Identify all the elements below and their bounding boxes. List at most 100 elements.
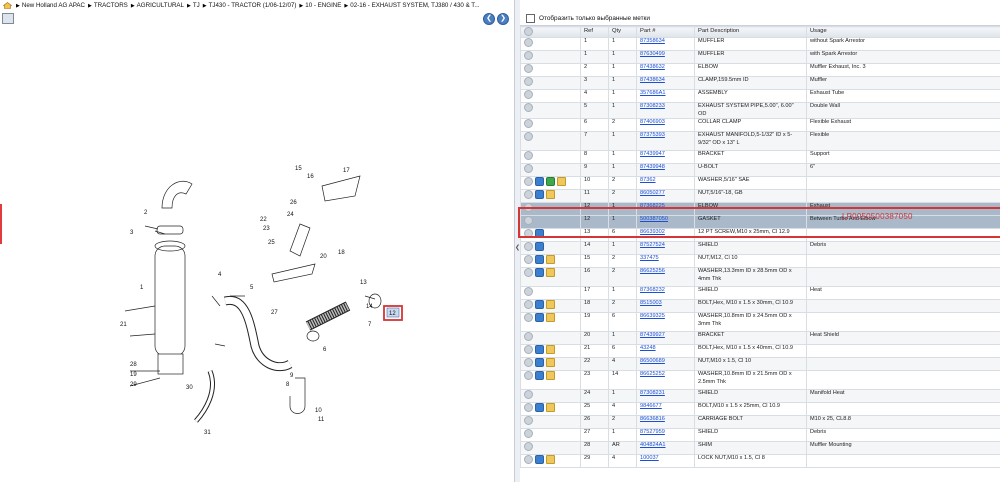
row-part-number[interactable]: 87375393 <box>636 131 695 152</box>
arrow-icon[interactable]: arr <box>535 455 544 465</box>
forward-icon[interactable]: ❯ <box>497 13 509 25</box>
part-number-link[interactable]: 8515003 <box>640 301 662 307</box>
table-row[interactable]: arrpkg294100037LOCK NUT,M10 x 1.5, Cl 8 <box>520 454 1000 469</box>
breadcrumb-item[interactable]: TJ <box>193 2 200 9</box>
table-row[interactable]: 1 1 87630499 MUFFLER with Spark Arrestor <box>520 50 1000 65</box>
select-circle-icon[interactable] <box>524 90 533 100</box>
row-part-number[interactable]: 357686A1 <box>636 89 695 104</box>
arrow-icon[interactable]: arr <box>535 229 544 239</box>
select-circle-icon[interactable] <box>524 177 533 187</box>
table-row[interactable]: 5 1 87308233 EXHAUST SYSTEM PIPE,5.00", 6.0… <box>520 102 1000 120</box>
select-circle-icon[interactable] <box>524 132 533 142</box>
table-row[interactable]: 28 AR 404824A1 SHIM Muffler Mounting <box>520 441 1000 456</box>
row-part-number[interactable]: 87439927 <box>636 331 695 346</box>
breadcrumb-item[interactable]: 10 - ENGINE <box>305 2 341 9</box>
select-circle-icon[interactable] <box>524 268 533 278</box>
part-number-link[interactable]: 86500689 <box>640 359 665 365</box>
select-circle-icon[interactable] <box>524 332 533 342</box>
select-circle-icon[interactable] <box>524 358 533 368</box>
row-part-number[interactable]: 87406903 <box>636 118 695 133</box>
table-row[interactable]: 6 2 87406903 COLLAR CLAMP Flexible Exhaust <box>520 118 1000 133</box>
table-row[interactable]: 3 1 87438634 CLAMP,159.5mm ID Muffler <box>520 76 1000 91</box>
part-number-link[interactable]: 87362 <box>640 178 656 184</box>
table-row[interactable]: arrpkg231486625252WASHER,10.8mm ID x 21.… <box>520 370 1000 391</box>
table-row[interactable]: 17 1 87368232 SHIELD Heat <box>520 286 1000 301</box>
breadcrumb-item[interactable]: 02-16 - EXHAUST SYSTEM, TJ380 / 430 & T.… <box>350 2 479 9</box>
row-part-number[interactable]: 87362 <box>636 176 695 191</box>
table-row[interactable]: 9 1 87439948 U-BOLT 6" <box>520 163 1000 178</box>
row-part-number[interactable]: 87527524 <box>636 241 695 256</box>
row-part-number[interactable]: 87527959 <box>636 428 695 443</box>
package-icon[interactable]: pkg <box>546 345 555 355</box>
header-qty[interactable]: Qty <box>608 25 637 39</box>
select-circle-icon[interactable] <box>524 455 533 465</box>
table-row[interactable]: arrpkg21643248BOLT,Hex, M10 x 1.5 x 40mm… <box>520 344 1000 359</box>
arrow-icon[interactable]: arr <box>535 300 544 310</box>
table-row[interactable]: 1 1 87358634 MUFFLER without Spark Arrestor <box>520 37 1000 52</box>
part-number-link[interactable]: 86636816 <box>640 417 665 423</box>
part-number-link[interactable]: 87358634 <box>640 39 665 45</box>
row-part-number[interactable]: 500387050 <box>636 215 695 230</box>
select-circle-icon[interactable] <box>524 371 533 381</box>
callout-12-highlight[interactable]: 12 <box>383 305 403 321</box>
part-number-link[interactable]: 87439927 <box>640 333 665 339</box>
row-part-number[interactable]: 86639325 <box>636 312 695 333</box>
row-part-number[interactable]: 87358634 <box>636 37 695 52</box>
row-part-number[interactable]: 87438632 <box>636 63 695 78</box>
part-number-link[interactable]: 87368232 <box>640 288 665 294</box>
select-circle-icon[interactable] <box>524 403 533 413</box>
row-part-number[interactable]: 8515003 <box>636 299 695 314</box>
table-row[interactable]: arr 13686639302 12 PT SCREW,M10 x 25mm, Cl… <box>520 228 1000 243</box>
part-number-link[interactable]: 86050277 <box>640 191 665 197</box>
package-icon[interactable]: pkg <box>546 300 555 310</box>
select-circle-icon[interactable] <box>524 229 533 239</box>
select-circle-icon[interactable] <box>524 442 533 452</box>
select-circle-icon[interactable] <box>524 38 533 48</box>
table-row[interactable]: arrgrnpkg10287362WASHER,5/16" SAE <box>520 176 1000 191</box>
table-row[interactable]: 24 1 87308231 SHIELD Manifold Heat <box>520 389 1000 404</box>
part-number-link[interactable]: 86639325 <box>640 314 665 320</box>
table-row[interactable]: arrpkg22486500689NUT,M10 x 1.5, Cl 10 <box>520 357 1000 372</box>
table-row[interactable]: 2 1 87438632 ELBOW Muffler Exhaust, Inc. 3 <box>520 63 1000 78</box>
select-circle-icon[interactable] <box>524 345 533 355</box>
breadcrumb-item[interactable]: TRACTORS <box>94 2 128 9</box>
select-circle-icon[interactable] <box>524 287 533 297</box>
select-circle-icon[interactable] <box>524 190 533 200</box>
select-circle-icon[interactable] <box>524 164 533 174</box>
arrow-icon[interactable]: arr <box>535 190 544 200</box>
expand-icon[interactable] <box>2 13 14 24</box>
package-icon[interactable]: pkg <box>557 177 566 187</box>
select-circle-icon[interactable] <box>524 203 533 213</box>
settings-circle-icon[interactable] <box>524 27 533 36</box>
part-number-link[interactable]: 87438634 <box>640 78 665 84</box>
breadcrumb-item[interactable]: New Holland AG APAC <box>22 2 85 9</box>
breadcrumb-item[interactable]: AGRICULTURAL <box>137 2 184 9</box>
part-number-link[interactable]: 9846677 <box>640 404 662 410</box>
show-selected-checkbox[interactable] <box>526 13 535 23</box>
part-number-link[interactable]: 87439947 <box>640 152 665 158</box>
table-row[interactable]: 4 1 357686A1 ASSEMBLY Exhaust Tube <box>520 89 1000 104</box>
table-row[interactable]: arrpkg16286625256WASHER,13.3mm ID x 28.5… <box>520 267 1000 288</box>
part-number-link[interactable]: 357686A1 <box>640 91 666 97</box>
package-icon[interactable]: pkg <box>546 455 555 465</box>
select-circle-icon[interactable] <box>524 64 533 74</box>
select-circle-icon[interactable] <box>524 300 533 310</box>
row-part-number[interactable]: 87308233 <box>636 102 695 120</box>
part-number-link[interactable]: 404824A1 <box>640 443 666 449</box>
part-number-link[interactable]: 86625252 <box>640 372 665 378</box>
package-icon[interactable]: pkg <box>546 371 555 381</box>
row-part-number[interactable]: 87630499 <box>636 50 695 65</box>
part-number-link[interactable]: 87527959 <box>640 430 665 436</box>
row-part-number[interactable]: 404824A1 <box>636 441 695 456</box>
arrow-icon[interactable]: arr <box>535 242 544 252</box>
part-number-link[interactable]: 43248 <box>640 346 656 352</box>
header-desc[interactable]: Part Description <box>694 25 807 39</box>
table-row[interactable]: 27 1 87527959 SHIELD Debris <box>520 428 1000 443</box>
row-part-number[interactable]: 87439947 <box>636 150 695 165</box>
part-number-link[interactable]: 87375393 <box>640 133 665 139</box>
part-number-link[interactable]: 86625256 <box>640 269 665 275</box>
header-usage[interactable]: Usage <box>806 25 1000 39</box>
select-circle-icon[interactable] <box>524 119 533 129</box>
part-number-link[interactable]: 87438632 <box>640 65 665 71</box>
row-part-number[interactable]: 9846677 <box>636 402 695 417</box>
